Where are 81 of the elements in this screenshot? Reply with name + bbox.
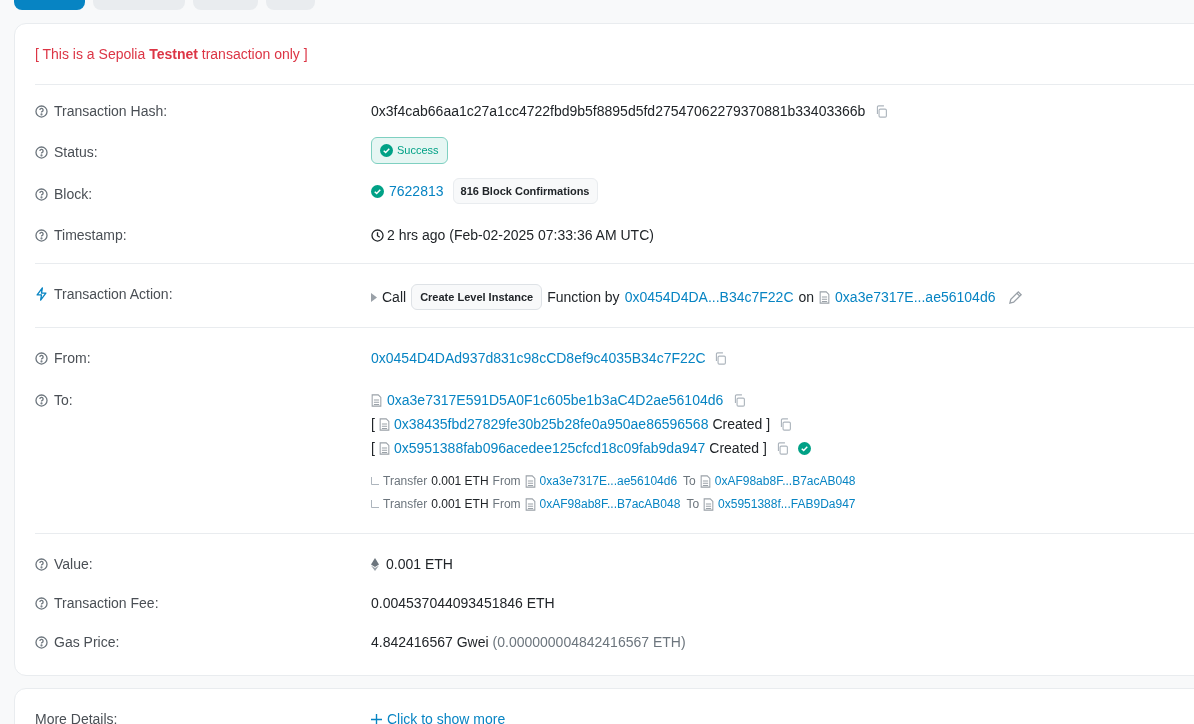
gas-price: 4.842416567 Gwei xyxy=(371,633,489,653)
address-link[interactable]: 0xAF98ab8F...B7acAB048 xyxy=(539,495,681,514)
document-icon xyxy=(371,394,382,408)
address-link[interactable]: 0xa3e7317E...ae56104d6 xyxy=(539,472,678,491)
copy-icon[interactable] xyxy=(875,105,889,118)
document-icon xyxy=(524,497,536,511)
field-label: Transaction Fee: xyxy=(54,594,159,614)
copy-icon[interactable] xyxy=(775,442,789,456)
contract-link[interactable]: 0x5951388fab096acedee125cfcd18c09fab9da947 xyxy=(393,438,706,460)
document-icon xyxy=(378,418,390,432)
check-icon xyxy=(371,184,384,198)
address-link[interactable]: 0xAF98ab8F...B7acAB048 xyxy=(714,472,856,491)
transfer-text: From xyxy=(492,496,521,514)
verified-icon xyxy=(797,442,811,456)
help-icon xyxy=(35,228,48,242)
transfer-text: To xyxy=(686,496,700,514)
help-icon xyxy=(35,636,48,650)
document-icon xyxy=(524,474,536,488)
lightning-icon xyxy=(35,287,48,302)
transfer-amount: 0.001 ETH xyxy=(431,496,489,514)
transfer-text: Transfer xyxy=(383,496,428,514)
confirmations-badge: 816 Block Confirmations xyxy=(452,177,598,205)
document-icon xyxy=(703,497,715,511)
document-icon xyxy=(819,290,831,304)
action-text: Call xyxy=(382,287,407,307)
transfer-text: To xyxy=(683,473,696,491)
method-badge: Create Level Instance xyxy=(411,283,543,311)
bracket: [ xyxy=(371,439,375,459)
address-link[interactable]: 0x0454D4DA...B34c7F22C xyxy=(624,286,794,308)
document-icon xyxy=(378,442,390,456)
created-text: Created ] xyxy=(712,415,771,435)
fee-amount: 0.004537044093451846 ETH xyxy=(371,595,555,612)
help-icon xyxy=(35,146,48,159)
transfer-text: From xyxy=(492,473,521,491)
testnet-notice: [ This is a Sepolia Testnet transaction only ] xyxy=(35,46,308,62)
gas-price-eth: (0.000000004842416567 ETH) xyxy=(492,633,686,653)
copy-icon[interactable] xyxy=(733,394,747,408)
clock-icon xyxy=(371,228,384,242)
field-label: Transaction Hash: xyxy=(54,102,168,121)
help-icon xyxy=(35,597,48,611)
transfer-text: Transfer xyxy=(383,473,428,491)
field-label: Transaction Action: xyxy=(54,284,173,304)
contract-link[interactable]: 0xa3e7317E591D5A0F1c605be1b3aC4D2ae56104d6 xyxy=(387,390,724,412)
transfer-amount: 0.001 ETH xyxy=(431,473,489,491)
help-icon xyxy=(35,187,48,201)
block-link[interactable]: 7622813 xyxy=(389,180,444,202)
help-icon xyxy=(35,558,48,572)
field-label: Timestamp: xyxy=(54,225,127,245)
branch-icon xyxy=(371,477,379,486)
created-text: Created ] xyxy=(709,439,767,459)
help-icon xyxy=(35,394,48,408)
copy-icon[interactable] xyxy=(713,352,727,366)
plus-icon xyxy=(371,714,382,724)
transaction-hash: 0x3f4cab66aa1c27a1cc4722fbd9b5f8895d5fd27547062279370881b33403366b xyxy=(371,102,866,121)
field-label: Value: xyxy=(54,555,93,575)
field-label: From: xyxy=(54,349,91,369)
help-icon xyxy=(35,105,48,118)
document-icon xyxy=(699,474,711,488)
address-link[interactable]: 0x5951388f...FAB9Da947 xyxy=(718,495,856,514)
pencil-icon[interactable] xyxy=(1008,289,1024,305)
branch-icon xyxy=(371,500,379,509)
help-icon xyxy=(35,352,48,366)
field-label: To: xyxy=(54,391,73,411)
timestamp-value: 2 hrs ago (Feb-02-2025 07:33:36 AM UTC) xyxy=(387,225,654,245)
contract-link[interactable]: 0x38435fbd27829fe30b25b28fe0a950ae86596568 xyxy=(393,414,709,436)
field-label: More Details: xyxy=(35,711,118,724)
check-icon xyxy=(380,144,393,157)
status-badge: Success xyxy=(371,137,448,164)
show-more-link[interactable]: Click to show more xyxy=(371,709,506,724)
field-label: Gas Price: xyxy=(54,633,120,653)
field-label: Status: xyxy=(54,143,98,162)
ethereum-icon xyxy=(371,558,379,572)
action-text: on xyxy=(798,287,815,307)
contract-link[interactable]: 0xa3e7317E...ae56104d6 xyxy=(835,286,996,308)
action-text: Function by xyxy=(547,287,620,307)
copy-icon[interactable] xyxy=(779,418,793,432)
caret-icon[interactable] xyxy=(371,292,377,302)
field-label: Block: xyxy=(54,184,93,204)
bracket: [ xyxy=(371,415,375,435)
address-link[interactable]: 0x0454D4DAd937d831c98cCD8ef9c4035B34c7F22C xyxy=(371,348,706,370)
value-amount: 0.001 ETH xyxy=(386,555,453,575)
